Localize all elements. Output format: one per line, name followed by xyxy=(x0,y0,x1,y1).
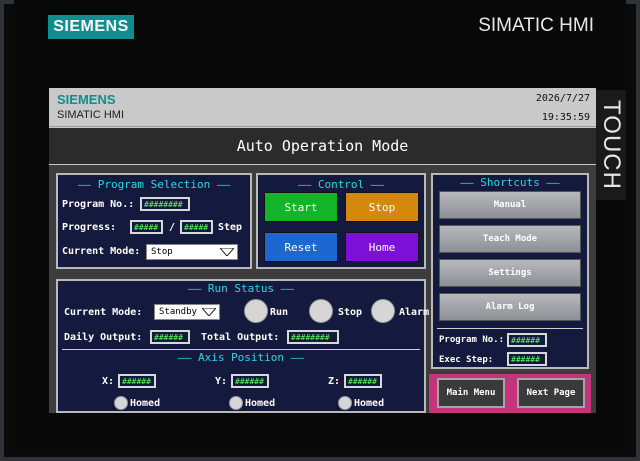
axis-x-label: X: xyxy=(102,376,115,387)
header-time: 19:35:59 xyxy=(541,112,590,123)
chevron-down-icon xyxy=(220,248,234,256)
run-status-panel: —— Run Status —— Current Mode: Standby R… xyxy=(56,279,430,413)
chevron-down-icon xyxy=(202,308,216,316)
axis-position-title: —— Axis Position —— xyxy=(178,351,304,364)
header-date: 2026/7/27 xyxy=(535,93,590,104)
progress-current-field[interactable]: ##### xyxy=(130,220,163,234)
stop-button[interactable]: Stop xyxy=(345,192,419,222)
siemens-logo: SIEMENS xyxy=(48,15,134,39)
shortcut-program-no-label: Program No.: xyxy=(439,335,505,345)
run-status-title: —— Run Status —— xyxy=(188,282,294,295)
alarm-indicator-label: Alarm xyxy=(399,307,430,318)
alarm-indicator xyxy=(371,299,395,323)
current-mode-value: Stop xyxy=(151,247,173,257)
run-mode-select[interactable]: Standby xyxy=(154,304,220,320)
progress-label: Progress: xyxy=(62,222,117,233)
run-status-divider xyxy=(62,349,420,350)
home-button[interactable]: Home xyxy=(345,232,419,262)
total-output-field[interactable]: ######## xyxy=(287,330,339,344)
exec-step-field[interactable]: ###### xyxy=(507,352,547,366)
run-indicator-label: Run xyxy=(270,307,289,318)
reset-button[interactable]: Reset xyxy=(264,232,338,262)
main-menu-button[interactable]: Main Menu xyxy=(437,378,505,408)
stop-indicator xyxy=(309,299,333,323)
run-mode-value: Standby xyxy=(159,307,197,317)
navigation-panel: Main Menu Next Page xyxy=(429,374,591,413)
axis-z-homed-indicator xyxy=(338,396,352,410)
axis-z-homed-label: Homed xyxy=(354,398,385,409)
shortcut-settings-button[interactable]: Settings xyxy=(439,259,581,287)
shortcut-program-no-field[interactable]: ###### xyxy=(507,333,547,347)
run-indicator xyxy=(244,299,268,323)
progress-total-field[interactable]: ##### xyxy=(180,220,213,234)
body-area: —— Program Selection —— Program No.: ###… xyxy=(49,165,596,413)
axis-y-label: Y: xyxy=(215,376,228,387)
program-no-field[interactable]: ######## xyxy=(140,197,190,211)
program-selection-panel: —— Program Selection —— Program No.: ###… xyxy=(56,173,252,269)
control-panel: —— Control —— Start Stop Reset Home xyxy=(256,173,426,269)
shortcuts-panel: —— Shortcuts —— Manual Teach Mode Settin… xyxy=(431,173,589,369)
start-button[interactable]: Start xyxy=(264,192,338,222)
screen-header: SIEMENS SIMATIC HMI 2026/7/27 19:35:59 xyxy=(49,88,596,127)
shortcuts-divider xyxy=(437,328,583,329)
header-brand: SIEMENS xyxy=(57,92,116,107)
axis-x-homed-label: Homed xyxy=(130,398,161,409)
current-mode-select[interactable]: Stop xyxy=(146,244,238,260)
next-page-button[interactable]: Next Page xyxy=(517,378,585,408)
shortcut-alarm-log-button[interactable]: Alarm Log xyxy=(439,293,581,321)
stop-indicator-label: Stop xyxy=(338,307,363,318)
axis-x-field[interactable]: ###### xyxy=(118,374,156,388)
daily-output-label: Daily Output: xyxy=(64,332,143,343)
control-title: —— Control —— xyxy=(297,178,385,191)
current-mode-label: Current Mode: xyxy=(62,246,141,257)
page-title: Auto Operation Mode xyxy=(49,128,596,164)
axis-z-label: Z: xyxy=(328,376,341,387)
shortcuts-title: —— Shortcuts —— xyxy=(460,176,560,189)
program-no-label: Program No.: xyxy=(62,199,135,210)
axis-y-homed-label: Homed xyxy=(245,398,276,409)
hmi-screen: SIEMENS SIMATIC HMI 2026/7/27 19:35:59 A… xyxy=(49,88,596,413)
program-selection-title: —— Program Selection —— xyxy=(77,178,231,191)
axis-y-homed-indicator xyxy=(229,396,243,410)
bezel-title: SIMATIC HMI xyxy=(478,15,594,36)
run-current-mode-label: Current Mode: xyxy=(64,307,143,318)
axis-z-field[interactable]: ###### xyxy=(344,374,382,388)
shortcut-manual-button[interactable]: Manual xyxy=(439,191,581,219)
header-model: SIMATIC HMI xyxy=(57,109,125,121)
progress-separator: / xyxy=(169,222,176,233)
exec-step-label: Exec Step: xyxy=(439,355,494,365)
touch-text: TOUCH xyxy=(598,100,625,190)
progress-unit: Step xyxy=(218,222,243,233)
daily-output-field[interactable]: ###### xyxy=(150,330,190,344)
total-output-label: Total Output: xyxy=(201,332,280,343)
shortcut-teach-mode-button[interactable]: Teach Mode xyxy=(439,225,581,253)
axis-y-field[interactable]: ###### xyxy=(231,374,269,388)
axis-x-homed-indicator xyxy=(114,396,128,410)
